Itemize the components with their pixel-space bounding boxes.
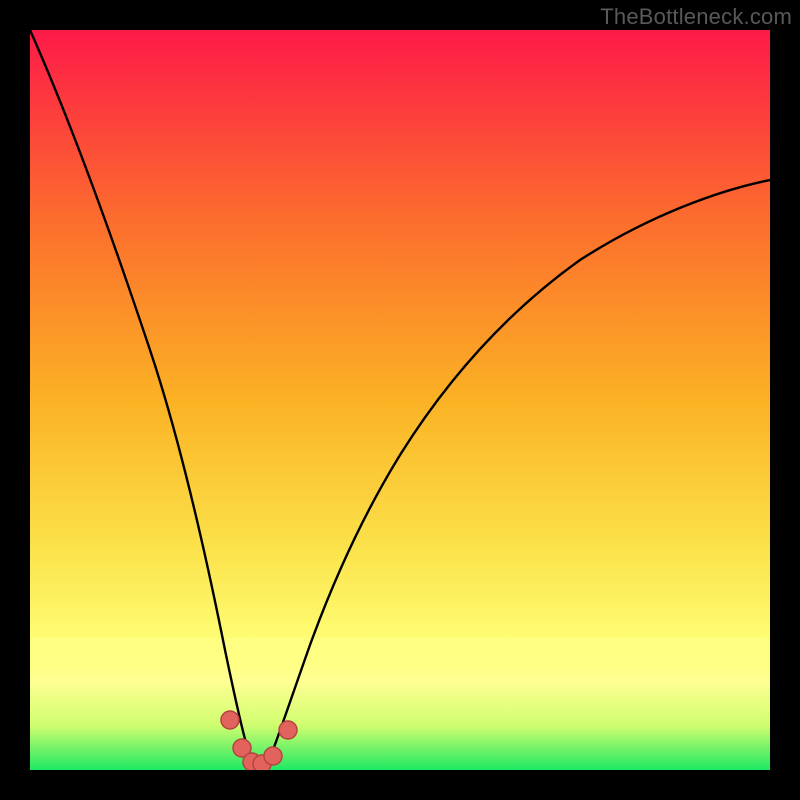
yellow-band	[30, 638, 770, 668]
chart-frame	[30, 30, 770, 770]
marker-point	[279, 721, 297, 739]
marker-point	[264, 747, 282, 765]
marker-point	[221, 711, 239, 729]
watermark-text: TheBottleneck.com	[600, 4, 792, 30]
chart-svg	[30, 30, 770, 770]
